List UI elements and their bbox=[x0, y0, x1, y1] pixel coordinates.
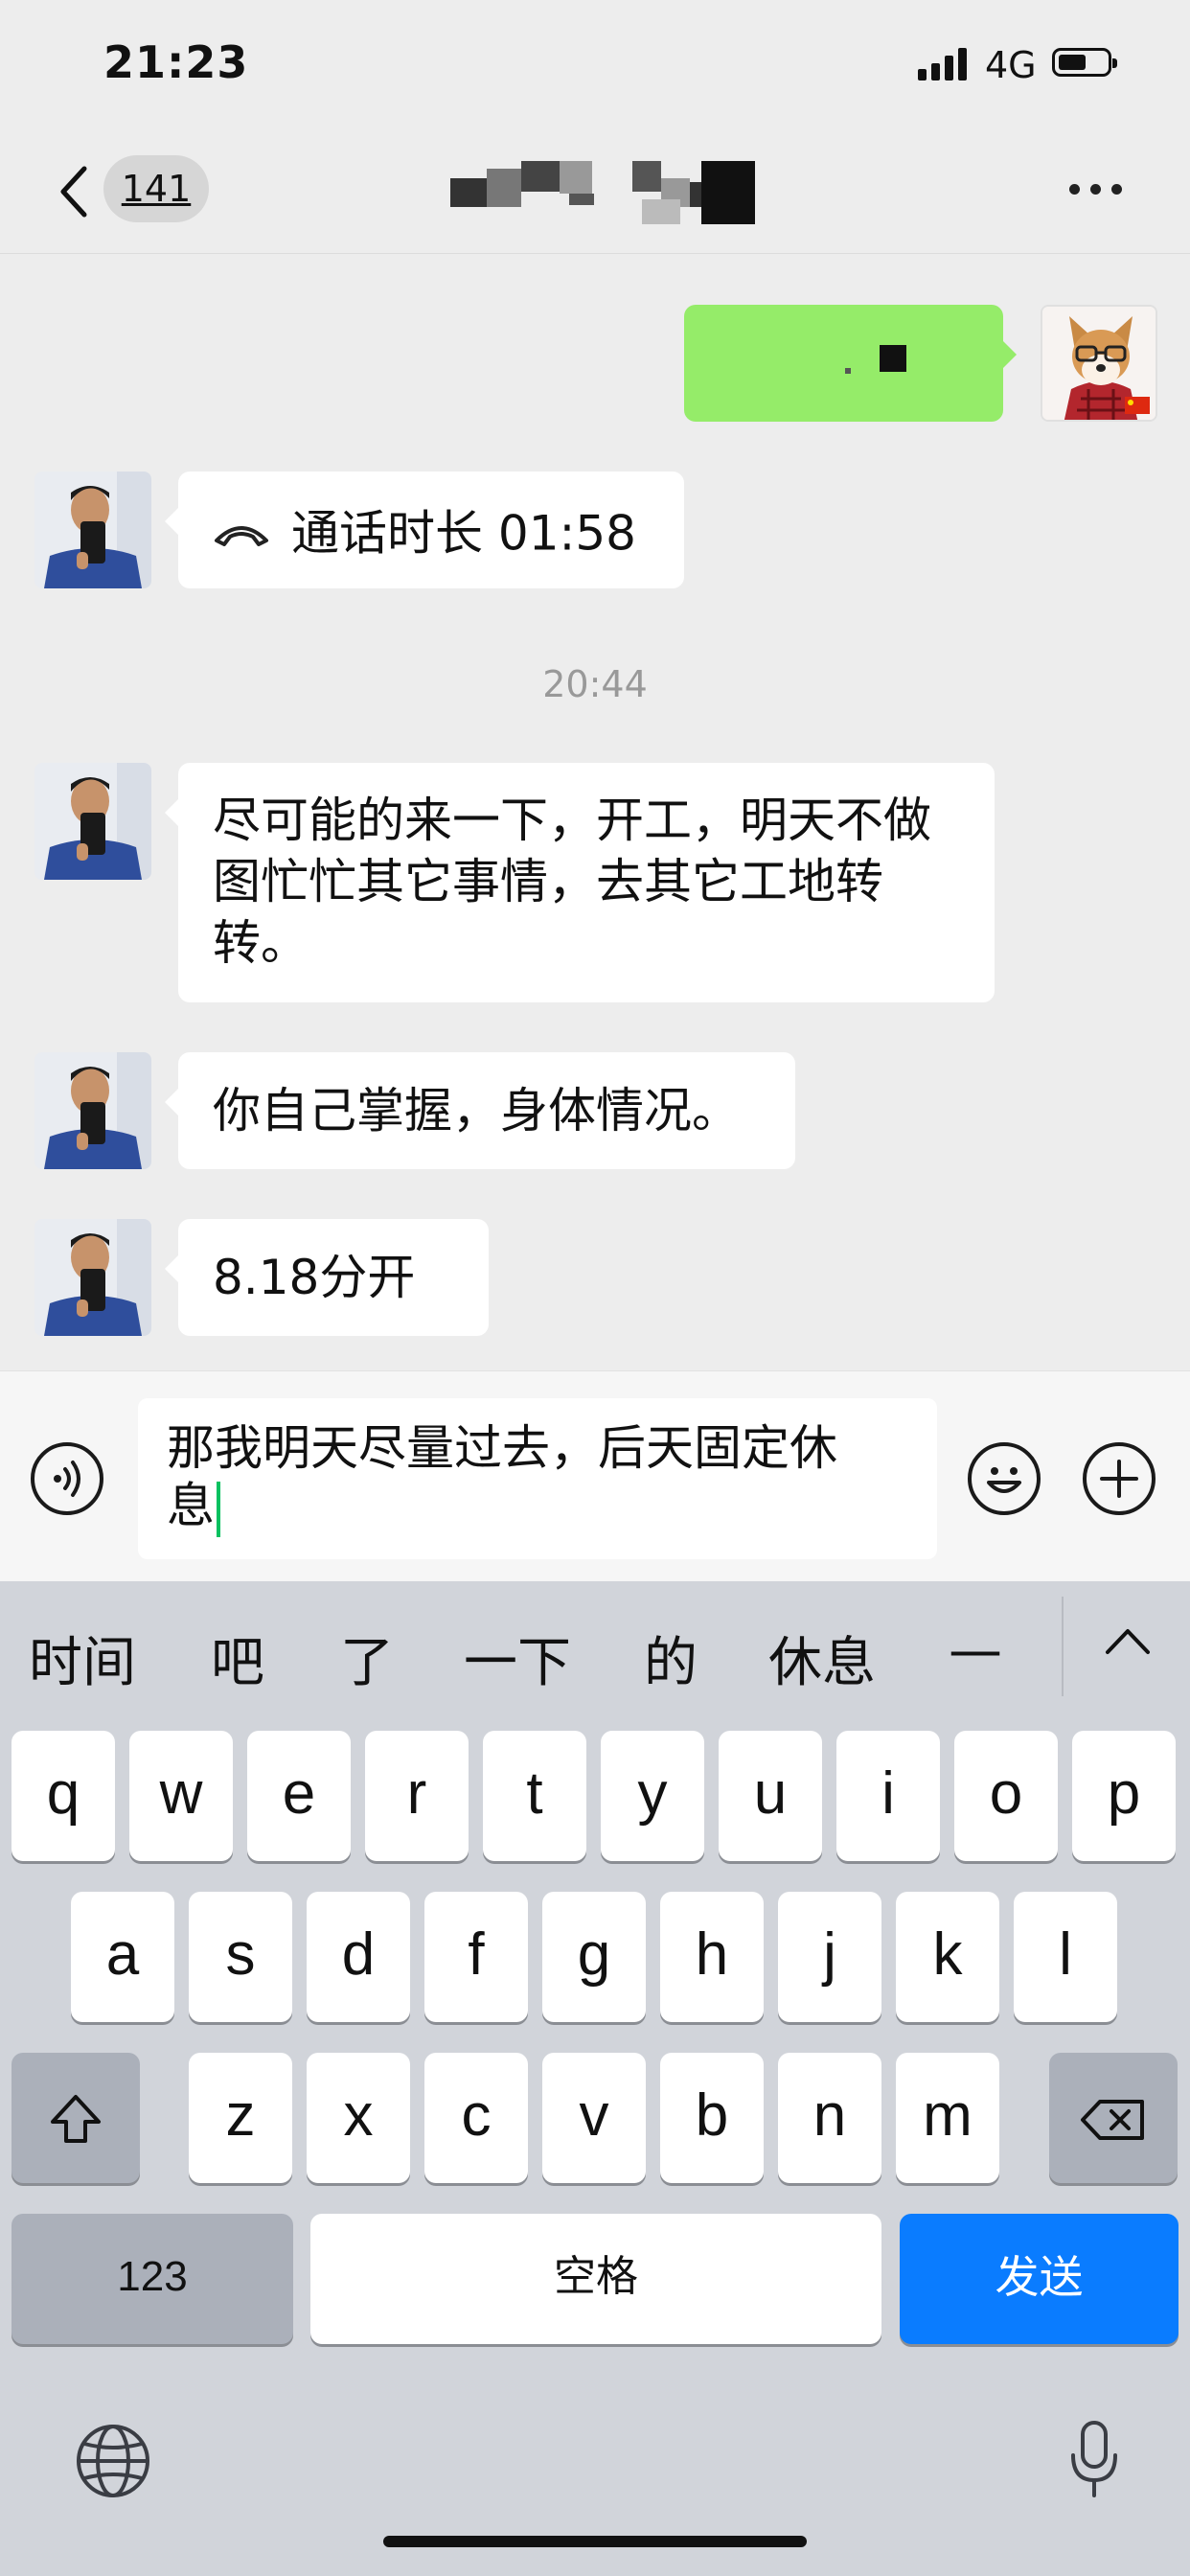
shift-key[interactable] bbox=[11, 2053, 140, 2183]
key-k[interactable]: k bbox=[896, 1892, 999, 2022]
candidate-bar: 时间 吧 了 一下 的 休息 — bbox=[0, 1581, 1190, 1715]
input-bar: 那我明天尽量过去，后天固定休 息 bbox=[0, 1370, 1190, 1582]
input-line: 那我明天尽量过去，后天固定休 bbox=[167, 1420, 837, 1476]
key-g[interactable]: g bbox=[542, 1892, 646, 2022]
candidate-word[interactable]: 吧 bbox=[211, 1620, 264, 1697]
key-a[interactable]: a bbox=[71, 1892, 174, 2022]
key-q[interactable]: q bbox=[11, 1731, 115, 1861]
key-c[interactable]: c bbox=[424, 2053, 528, 2183]
candidate-word[interactable]: — bbox=[949, 1620, 1002, 1682]
key-u[interactable]: u bbox=[719, 1731, 822, 1861]
message-bubble[interactable]: 你自己掌握，身体情况。 bbox=[165, 1052, 795, 1169]
globe-icon[interactable] bbox=[73, 2421, 153, 2501]
key-o[interactable]: o bbox=[954, 1731, 1058, 1861]
key-s[interactable]: s bbox=[189, 1892, 292, 2022]
candidate-word[interactable]: 时间 bbox=[29, 1620, 136, 1697]
call-record-bubble[interactable]: 通话时长 01:58 bbox=[165, 472, 684, 588]
keyboard: 时间 吧 了 一下 的 休息 — q w e r t y u i o p a s… bbox=[0, 1581, 1190, 2576]
key-h[interactable]: h bbox=[660, 1892, 764, 2022]
contact-avatar[interactable] bbox=[34, 472, 151, 588]
plus-icon[interactable] bbox=[1083, 1442, 1156, 1515]
self-avatar[interactable] bbox=[1041, 305, 1157, 422]
message-text: 你自己掌握，身体情况。 bbox=[213, 1083, 740, 1138]
self-message-bubble bbox=[684, 305, 1017, 422]
more-dots-icon[interactable] bbox=[1069, 184, 1127, 199]
status-bar: 21:23 4G bbox=[0, 0, 1190, 134]
call-duration-text: 通话时长 01:58 bbox=[291, 505, 636, 562]
send-key[interactable]: 发送 bbox=[900, 2214, 1179, 2344]
message-line: 尽可能的来一下，开工，明天不做 bbox=[213, 793, 931, 848]
key-v[interactable]: v bbox=[542, 2053, 646, 2183]
key-b[interactable]: b bbox=[660, 2053, 764, 2183]
candidate-word[interactable]: 的 bbox=[644, 1620, 698, 1697]
key-n[interactable]: n bbox=[778, 2053, 881, 2183]
key-i[interactable]: i bbox=[836, 1731, 940, 1861]
key-d[interactable]: d bbox=[307, 1892, 410, 2022]
input-line: 息 bbox=[167, 1478, 215, 1533]
signal-icon bbox=[918, 48, 968, 80]
chat-title-pixelated bbox=[450, 161, 757, 224]
home-indicator[interactable] bbox=[383, 2536, 807, 2547]
key-m[interactable]: m bbox=[896, 2053, 999, 2183]
key-l[interactable]: l bbox=[1014, 1892, 1117, 2022]
candidate-word[interactable]: 休息 bbox=[768, 1620, 876, 1697]
shift-icon bbox=[51, 2094, 101, 2143]
message-input[interactable]: 那我明天尽量过去，后天固定休 息 bbox=[138, 1398, 937, 1559]
candidate-word[interactable]: 了 bbox=[340, 1620, 394, 1697]
space-key[interactable]: 空格 bbox=[310, 2214, 881, 2344]
contact-avatar[interactable] bbox=[34, 1052, 151, 1169]
text-caret bbox=[217, 1481, 220, 1537]
key-t[interactable]: t bbox=[483, 1731, 586, 1861]
key-f[interactable]: f bbox=[424, 1892, 528, 2022]
key-x[interactable]: x bbox=[307, 2053, 410, 2183]
key-w[interactable]: w bbox=[129, 1731, 233, 1861]
key-z[interactable]: z bbox=[189, 2053, 292, 2183]
phone-hangup-icon bbox=[215, 525, 268, 546]
message-bubble[interactable]: 尽可能的来一下，开工，明天不做 图忙忙其它事情，去其它工地转 转。 bbox=[165, 763, 995, 1002]
message-line: 图忙忙其它事情，去其它工地转 bbox=[213, 854, 883, 909]
contact-avatar[interactable] bbox=[34, 763, 151, 880]
chat-header: 141 bbox=[0, 134, 1190, 254]
status-time: 21:23 bbox=[103, 36, 249, 88]
candidate-word[interactable]: 一下 bbox=[464, 1620, 571, 1697]
unread-count-badge[interactable]: 141 bbox=[103, 155, 209, 222]
key-r[interactable]: r bbox=[365, 1731, 469, 1861]
key-p[interactable]: p bbox=[1072, 1731, 1176, 1861]
numbers-key[interactable]: 123 bbox=[11, 2214, 293, 2344]
voice-icon[interactable] bbox=[31, 1442, 103, 1515]
key-y[interactable]: y bbox=[601, 1731, 704, 1861]
network-type: 4G bbox=[985, 44, 1037, 86]
chevron-up-icon[interactable] bbox=[1104, 1623, 1152, 1662]
emoji-icon[interactable] bbox=[968, 1442, 1041, 1515]
backspace-icon bbox=[1081, 2099, 1144, 2140]
contact-avatar[interactable] bbox=[34, 1219, 151, 1336]
message-timestamp: 20:44 bbox=[542, 663, 648, 705]
back-chevron-icon[interactable] bbox=[56, 163, 94, 220]
backspace-key[interactable] bbox=[1049, 2053, 1178, 2183]
message-line: 转。 bbox=[213, 915, 309, 971]
battery-icon bbox=[1052, 48, 1117, 77]
key-e[interactable]: e bbox=[247, 1731, 351, 1861]
message-bubble[interactable]: 8.18分开工 bbox=[165, 1219, 489, 1422]
key-j[interactable]: j bbox=[778, 1892, 881, 2022]
candidate-divider bbox=[1062, 1597, 1064, 1696]
microphone-icon[interactable] bbox=[1065, 2417, 1123, 2503]
